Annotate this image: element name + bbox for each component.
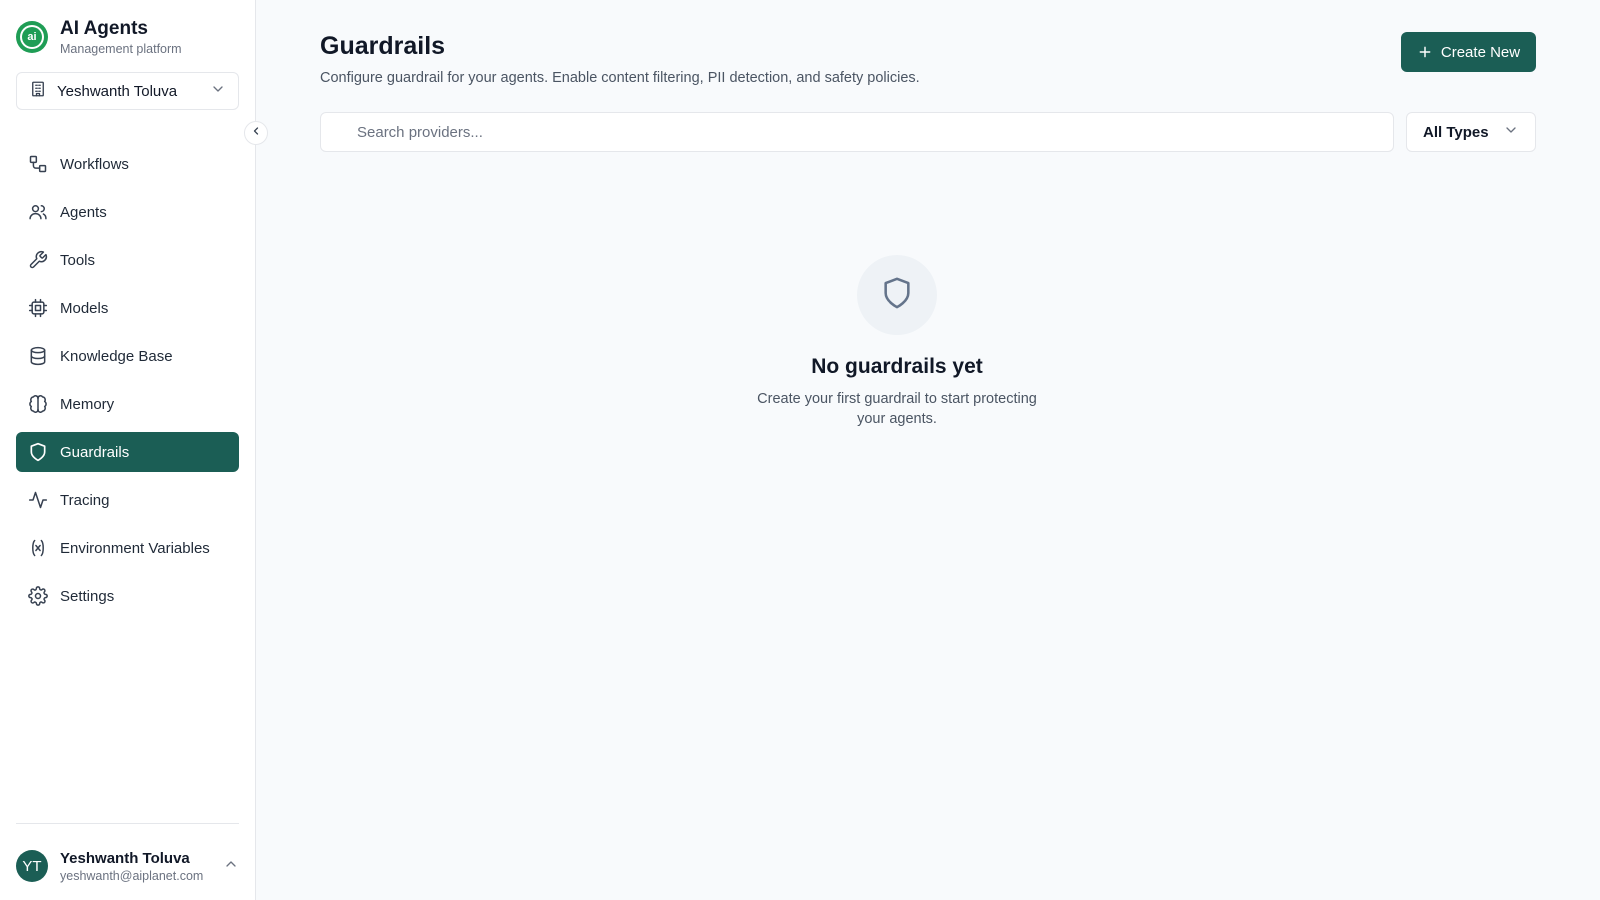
sidebar-item-label: Knowledge Base xyxy=(60,347,173,365)
brand-logo-text: ai xyxy=(22,27,42,47)
organization-name: Yeshwanth Toluva xyxy=(57,82,178,100)
create-new-label: Create New xyxy=(1440,43,1521,61)
organization-select[interactable]: Yeshwanth Toluva xyxy=(16,72,239,110)
sidebar-item-label: Agents xyxy=(60,203,107,221)
users-icon xyxy=(28,202,48,222)
workflow-icon xyxy=(28,154,48,174)
type-filter-select[interactable]: All Types xyxy=(1406,112,1536,152)
brand-subtitle: Management platform xyxy=(60,42,182,56)
empty-state-title: No guardrails yet xyxy=(811,355,983,378)
sidebar: ai AI Agents Management platform Yeshwan… xyxy=(0,0,256,900)
user-email: yeshwanth@aiplanet.com xyxy=(60,868,204,883)
page-description: Configure guardrail for your agents. Ena… xyxy=(320,70,920,86)
cpu-icon xyxy=(28,298,48,318)
sidebar-item-label: Memory xyxy=(60,395,115,413)
brain-icon xyxy=(28,394,48,414)
sidebar-item-settings[interactable]: Settings xyxy=(16,576,239,616)
sidebar-item-label: Tracing xyxy=(60,491,110,509)
wrench-icon xyxy=(28,250,48,270)
sidebar-item-label: Workflows xyxy=(60,155,129,173)
sidebar-item-workflows[interactable]: Workflows xyxy=(16,144,239,184)
brand: ai AI Agents Management platform xyxy=(16,18,182,56)
plus-icon xyxy=(1417,44,1433,60)
empty-state-icon xyxy=(857,255,937,335)
user-name: Yeshwanth Toluva xyxy=(60,849,190,867)
sidebar-item-label: Guardrails xyxy=(60,443,130,461)
gear-icon xyxy=(28,586,48,606)
chevron-down-icon xyxy=(210,81,226,102)
avatar: YT xyxy=(16,850,48,882)
main-content: Guardrails Configure guardrail for your … xyxy=(257,0,1600,900)
chevron-up-icon xyxy=(223,856,239,877)
chevron-down-icon xyxy=(1503,122,1519,143)
sidebar-item-label: Environment Variables xyxy=(60,539,210,557)
building-icon xyxy=(29,80,47,103)
search-input[interactable] xyxy=(320,112,1394,152)
sidebar-item-label: Tools xyxy=(60,251,96,269)
sidebar-item-models[interactable]: Models xyxy=(16,288,239,328)
sidebar-item-tools[interactable]: Tools xyxy=(16,240,239,280)
sidebar-nav: Workflows Agents Tools Models Knowledge … xyxy=(16,144,239,624)
sidebar-item-label: Settings xyxy=(60,587,115,605)
sidebar-divider xyxy=(16,823,239,824)
empty-state-description: Create your first guardrail to start pro… xyxy=(757,391,1037,427)
sidebar-item-guardrails[interactable]: Guardrails xyxy=(16,432,239,472)
sidebar-item-environment-variables[interactable]: Environment Variables xyxy=(16,528,239,568)
sidebar-item-knowledge-base[interactable]: Knowledge Base xyxy=(16,336,239,376)
variable-icon xyxy=(28,538,48,558)
activity-icon xyxy=(28,490,48,510)
chevron-left-icon xyxy=(250,124,262,142)
sidebar-item-label: Models xyxy=(60,299,109,317)
sidebar-item-tracing[interactable]: Tracing xyxy=(16,480,239,520)
shield-icon xyxy=(28,442,48,462)
type-filter-value: All Types xyxy=(1423,123,1489,141)
page-title: Guardrails xyxy=(320,32,446,60)
database-icon xyxy=(28,346,48,366)
empty-state: No guardrails yet Create your first guar… xyxy=(667,255,1127,429)
create-new-button[interactable]: Create New xyxy=(1401,32,1536,72)
user-menu[interactable]: YT Yeshwanth Toluva yeshwanth@aiplanet.c… xyxy=(16,848,239,884)
sidebar-item-memory[interactable]: Memory xyxy=(16,384,239,424)
collapse-sidebar-button[interactable] xyxy=(244,121,268,145)
brand-title: AI Agents xyxy=(60,18,148,39)
sidebar-item-agents[interactable]: Agents xyxy=(16,192,239,232)
shield-icon xyxy=(880,276,914,315)
brand-logo: ai xyxy=(16,21,48,53)
